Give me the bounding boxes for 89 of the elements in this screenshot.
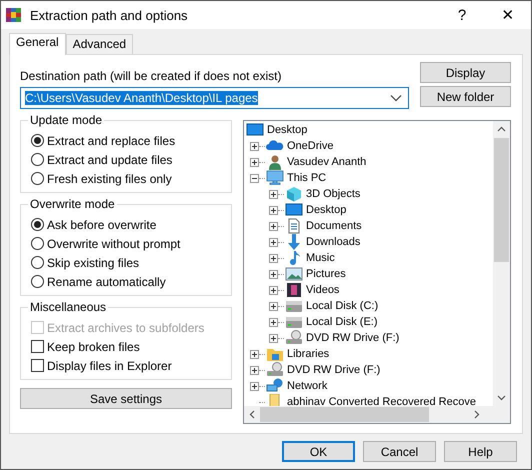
tab[interactable]: Advanced <box>66 34 134 54</box>
radio-option[interactable]: Fresh existing files only <box>31 169 227 188</box>
tree-item[interactable]: Documents <box>306 220 362 232</box>
help-button[interactable]: ? <box>439 6 485 24</box>
tree-item[interactable]: Desktop <box>306 204 346 216</box>
window-title: Extraction path and options <box>30 8 189 22</box>
expander-toggle[interactable] <box>250 366 259 374</box>
drive-icon <box>285 298 303 314</box>
expander-toggle[interactable] <box>269 206 278 214</box>
radio-option[interactable]: Skip existing files <box>31 253 227 272</box>
tree-item[interactable]: DVD RW Drive (F:) <box>306 332 400 344</box>
tree-item[interactable]: 3D Objects <box>306 188 360 200</box>
tree-item[interactable]: Local Disk (E:) <box>306 316 378 328</box>
tree-item[interactable]: Pictures <box>306 268 346 280</box>
dialog-button[interactable]: OK <box>282 441 355 462</box>
destination-label: Destination path (will be created if does not exist) <box>20 69 282 83</box>
chevron-up-icon[interactable] <box>497 126 506 132</box>
radio-button[interactable] <box>31 237 44 250</box>
drive-icon <box>285 314 303 330</box>
radio-button[interactable] <box>31 256 44 269</box>
tree-item[interactable]: Vasudev Ananth <box>287 156 366 168</box>
tree-item[interactable]: DVD RW Drive (F:) <box>287 364 380 376</box>
checkbox[interactable] <box>31 340 44 353</box>
checkbox-option[interactable]: Keep broken files <box>31 337 227 356</box>
image-icon <box>285 266 303 282</box>
close-button[interactable]: ✕ <box>485 6 531 24</box>
side-button[interactable]: Display <box>420 62 511 83</box>
radio-button[interactable] <box>31 153 44 166</box>
save-settings-button[interactable]: Save settings <box>20 388 232 409</box>
dialog-button[interactable]: Cancel <box>363 441 436 462</box>
chevron-left-icon[interactable] <box>249 410 255 419</box>
expander-toggle[interactable] <box>250 142 259 150</box>
tab[interactable]: General <box>9 33 66 55</box>
radio-option[interactable]: Ask before overwrite <box>31 215 227 234</box>
expander-toggle[interactable] <box>250 382 259 390</box>
expander-toggle[interactable] <box>269 302 278 310</box>
radio-button[interactable] <box>31 134 44 147</box>
dialog-button[interactable]: Help <box>444 441 517 462</box>
chevron-down-icon[interactable] <box>390 94 402 102</box>
radio-option[interactable]: Extract and update files <box>31 150 227 169</box>
disc-drive-icon <box>266 362 284 378</box>
group-title: Miscellaneous <box>28 300 108 314</box>
cube-icon <box>285 186 303 202</box>
chevron-down-icon[interactable] <box>497 395 506 401</box>
radio-option[interactable]: Rename automatically <box>31 272 227 291</box>
tree-item[interactable]: abhinav Converted Recovered Recove <box>287 396 476 406</box>
side-button[interactable]: New folder <box>420 86 511 107</box>
chevron-right-icon[interactable] <box>474 410 480 419</box>
expander-toggle[interactable] <box>250 174 259 182</box>
radio-option[interactable]: Overwrite without prompt <box>31 234 227 253</box>
destination-combo[interactable]: C:\Users\Vasudev Ananth\Desktop\IL pages <box>20 87 409 109</box>
tree-item[interactable]: Network <box>287 380 328 392</box>
monitor-icon <box>266 170 284 186</box>
person-icon <box>266 154 284 170</box>
tree-item[interactable]: This PC <box>287 172 326 184</box>
radio-option[interactable]: Extract and replace files <box>31 131 227 150</box>
desktop-icon <box>246 122 264 138</box>
tree-item[interactable]: Desktop <box>267 124 308 136</box>
folder-icon <box>266 346 284 362</box>
tree-item[interactable]: Music <box>306 252 335 264</box>
tree-item[interactable]: OneDrive <box>287 140 334 152</box>
expander-toggle[interactable] <box>269 334 278 342</box>
radio-button[interactable] <box>31 172 44 185</box>
film-icon <box>285 282 303 298</box>
tree-item[interactable]: Local Disk (C:) <box>306 300 378 312</box>
expander-toggle[interactable] <box>269 190 278 198</box>
app-icon <box>5 6 23 24</box>
download-icon <box>285 234 303 250</box>
checkbox[interactable] <box>31 359 44 372</box>
tree-item[interactable]: Videos <box>306 284 340 296</box>
expander-toggle[interactable] <box>250 158 259 166</box>
desktop-icon <box>285 202 303 218</box>
expander-toggle[interactable] <box>269 238 278 246</box>
expander-toggle[interactable] <box>269 270 278 278</box>
network-icon <box>266 378 284 394</box>
tree-item[interactable]: Downloads <box>306 236 360 248</box>
checkbox-option[interactable]: Display files in Explorer <box>31 356 227 375</box>
expander-toggle[interactable] <box>269 222 278 230</box>
group-title: Overwrite mode <box>28 197 117 211</box>
radio-button[interactable] <box>31 218 44 231</box>
disc-drive-icon <box>285 330 303 346</box>
expander-toggle[interactable] <box>269 286 278 294</box>
group-title: Update mode <box>28 113 104 127</box>
radio-button[interactable] <box>31 275 44 288</box>
tree-item[interactable]: Libraries <box>287 348 330 360</box>
expander-toggle[interactable] <box>250 350 259 358</box>
expander-toggle[interactable] <box>269 318 278 326</box>
vertical-scrollbar[interactable] <box>493 121 510 406</box>
expander-toggle[interactable] <box>269 254 278 262</box>
